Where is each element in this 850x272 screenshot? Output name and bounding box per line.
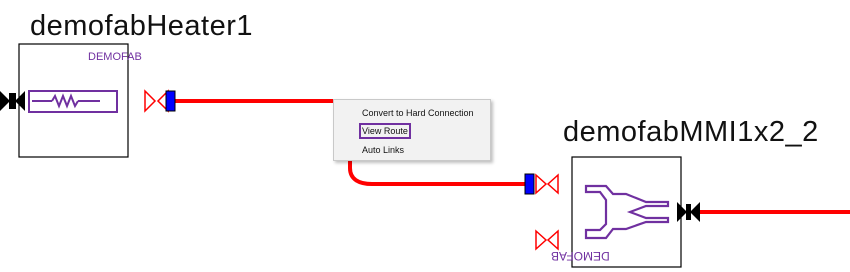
mmi-title: demofabMMI1x2_2	[563, 116, 819, 148]
menu-item-auto-links[interactable]: Auto Links	[362, 145, 404, 155]
heater-port-right[interactable]	[144, 89, 176, 113]
mmi-foundry-tag: DEMOFAB	[551, 249, 610, 263]
menu-item-convert-hard-connection[interactable]: Convert to Hard Connection	[362, 108, 474, 118]
context-menu: Convert to Hard Connection View Route Au…	[333, 99, 491, 161]
heater-title: demofabHeater1	[30, 10, 254, 42]
mmi-port-input[interactable]	[524, 173, 559, 195]
heater-foundry-tag: DEMOFAB	[88, 51, 142, 63]
menu-item-view-route[interactable]: View Route	[359, 123, 411, 139]
mmi-port-unused[interactable]	[535, 229, 559, 251]
